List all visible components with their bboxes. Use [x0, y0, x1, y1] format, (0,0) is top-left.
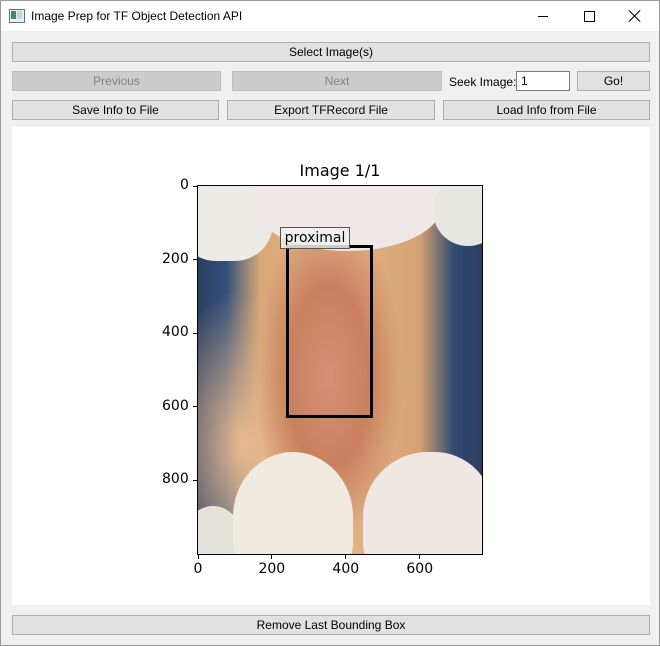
x-tick — [271, 554, 273, 559]
image-region — [363, 452, 482, 554]
x-tick — [345, 554, 347, 559]
bounding-box[interactable] — [285, 244, 373, 418]
app-icon — [9, 9, 25, 23]
minimize-button[interactable] — [520, 1, 566, 31]
y-tick — [193, 185, 198, 187]
x-tick — [419, 554, 421, 559]
y-tick — [193, 479, 198, 481]
x-axis-line — [197, 554, 483, 555]
go-button[interactable]: Go! — [577, 71, 650, 91]
close-icon — [629, 10, 641, 22]
y-tick — [193, 406, 198, 408]
y-tick-label: 200 — [162, 250, 189, 267]
seek-image-label: Seek Image: — [449, 75, 517, 89]
right-spine — [482, 186, 483, 554]
top-spine — [197, 185, 483, 186]
image-region — [433, 186, 482, 246]
close-button[interactable] — [612, 1, 658, 31]
plot-title: Image 1/1 — [299, 161, 381, 180]
remove-last-bbox-button[interactable]: Remove Last Bounding Box — [12, 615, 650, 635]
y-axis-line — [197, 186, 198, 554]
previous-button[interactable]: Previous — [12, 71, 221, 91]
load-info-button[interactable]: Load Info from File — [443, 100, 650, 120]
x-tick-label: 0 — [193, 561, 203, 577]
save-info-button[interactable]: Save Info to File — [12, 100, 219, 120]
y-tick-label: 600 — [162, 397, 189, 414]
maximize-icon — [583, 10, 595, 22]
select-images-button[interactable]: Select Image(s) — [12, 42, 650, 62]
x-tick-label: 600 — [406, 561, 434, 577]
x-tick — [197, 554, 199, 559]
y-tick-label: 0 — [180, 177, 189, 193]
y-tick — [193, 332, 198, 334]
image-region — [233, 452, 353, 554]
y-tick-label: 400 — [162, 324, 189, 341]
x-tick-label: 400 — [332, 561, 360, 577]
x-tick-label: 200 — [258, 561, 286, 577]
bounding-box-label: proximal — [279, 226, 351, 249]
app-window: Image Prep for TF Object Detection API S… — [0, 0, 660, 646]
title-bar[interactable]: Image Prep for TF Object Detection API — [1, 1, 659, 31]
export-tfrecord-button[interactable]: Export TFRecord File — [227, 100, 435, 120]
window-title: Image Prep for TF Object Detection API — [31, 9, 243, 23]
plot-canvas[interactable]: Image 1/1 0 200 400 600 0 200 400 600 800 proxim… — [12, 127, 650, 605]
seek-image-input[interactable] — [516, 71, 570, 91]
y-tick — [193, 259, 198, 261]
minimize-icon — [538, 15, 548, 17]
maximize-button[interactable] — [566, 1, 612, 31]
y-tick-label: 800 — [162, 471, 189, 488]
next-button[interactable]: Next — [232, 71, 442, 91]
